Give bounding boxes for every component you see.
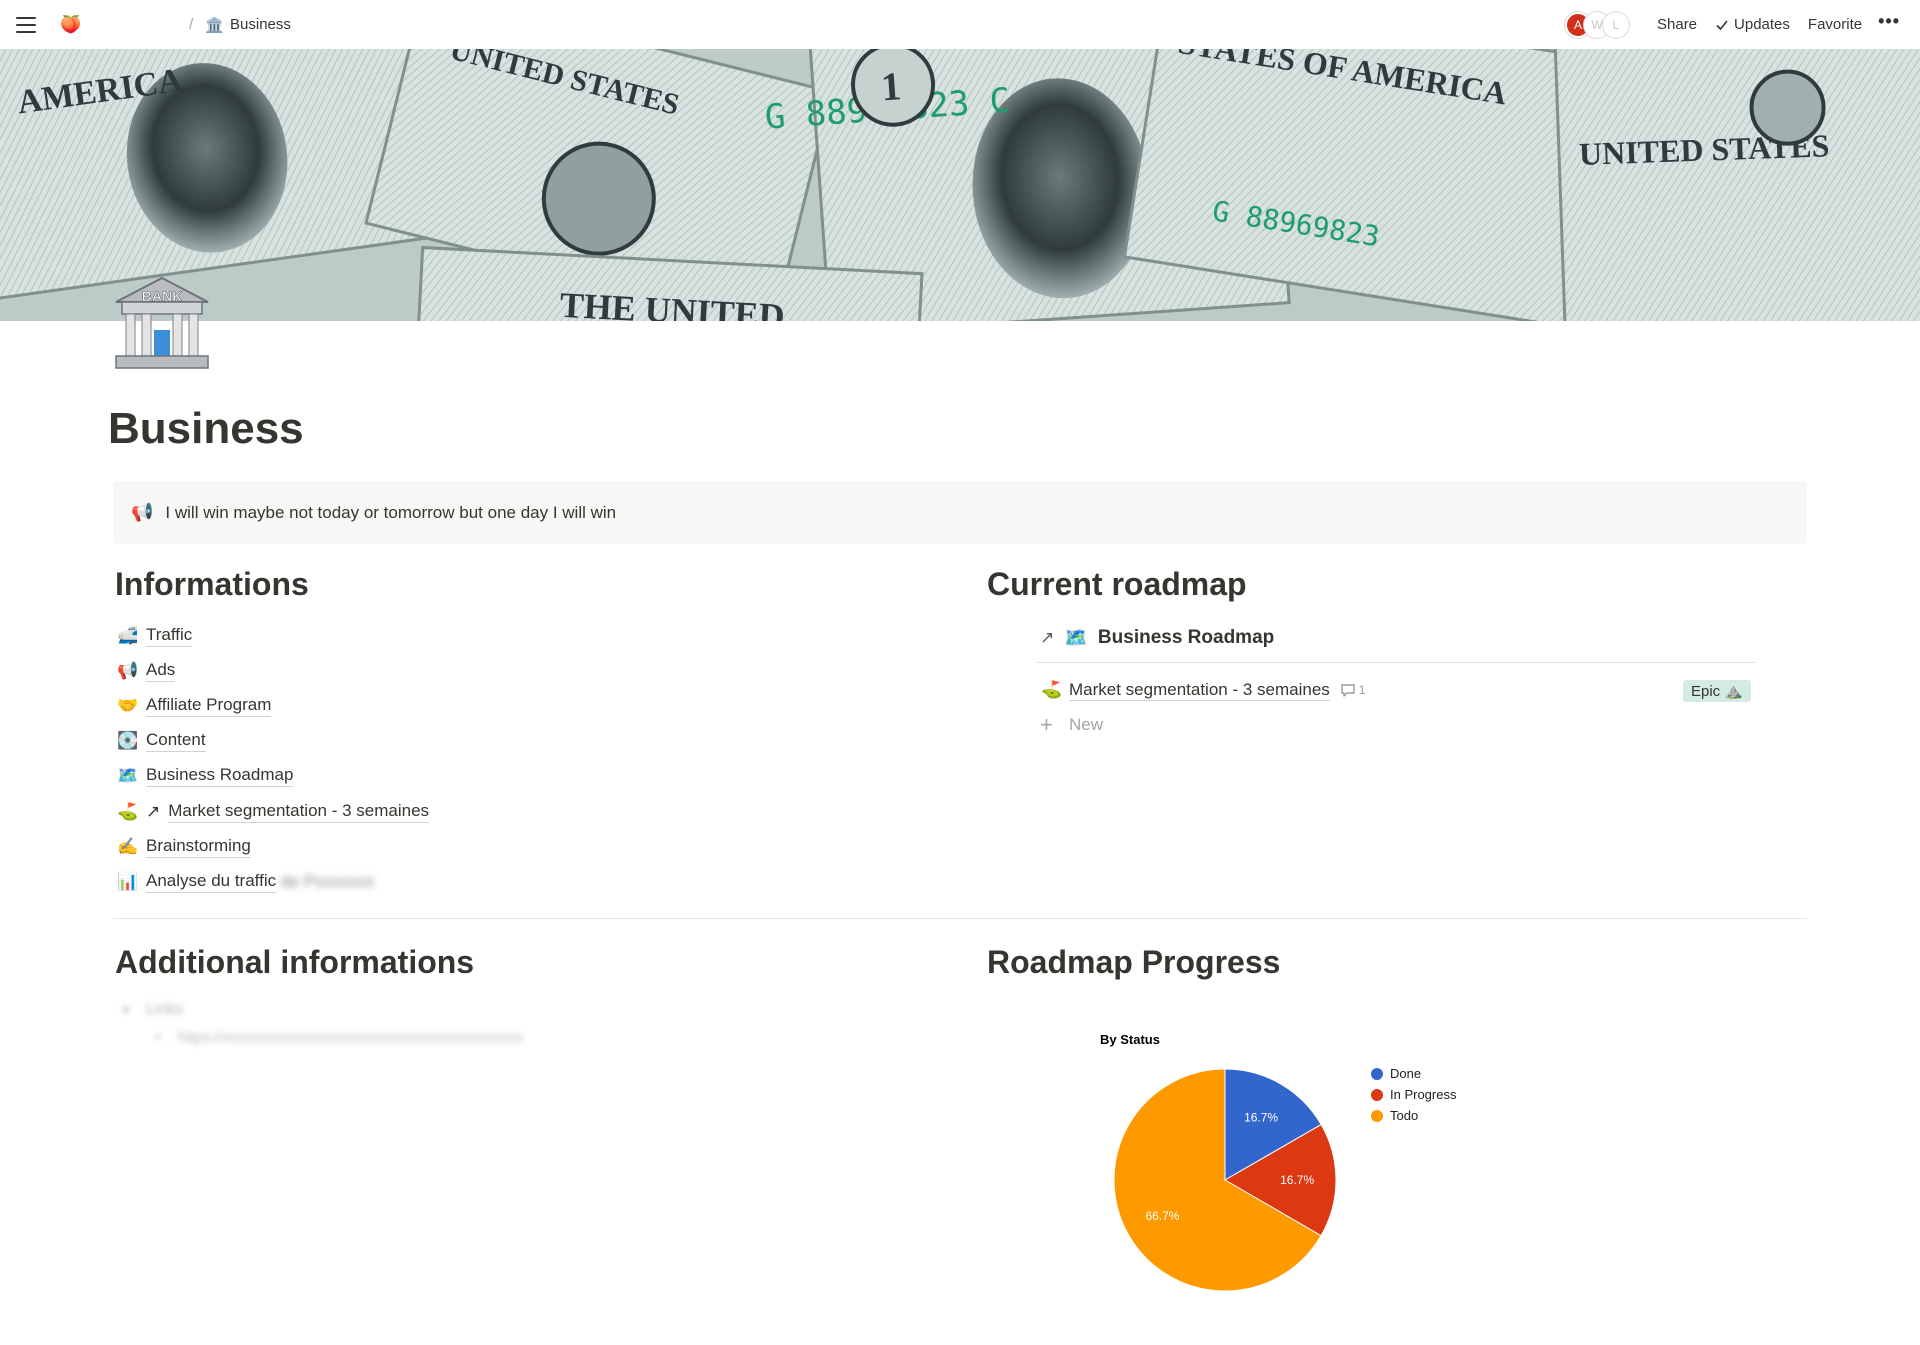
updates-label: Updates [1734,16,1790,33]
roadmap-progress-heading[interactable]: Roadmap Progress [987,944,1280,981]
breadcrumb-separator: / [189,16,194,33]
list-item-content[interactable]: 💽 Content [117,724,429,759]
link-arrow-icon: ↗ [1040,628,1055,647]
more-options-icon[interactable]: ••• [1872,11,1906,38]
page-link[interactable]: Analyse du traffic [146,871,277,893]
current-roadmap-heading[interactable]: Current roadmap [987,566,1247,603]
banknotes-illustration: AMERICA UNITED STATES G 88969823 C 1 STA… [0,49,1920,321]
toggle-label: Links [146,1001,184,1018]
breadcrumb-label: Business [230,16,291,33]
map-icon: 🗺️ [1064,628,1088,649]
toggle-child-item[interactable]: • https://xxxxxxxxxxxxxxxxxxxxxxxxxxxxxx… [156,1022,523,1052]
list-item-brainstorming[interactable]: ✍️ Brainstorming [117,829,429,864]
list-item-traffic[interactable]: 🚅 Traffic [117,618,429,653]
updates-button[interactable]: Updates [1707,12,1798,37]
bank-building-icon: BANK [115,276,209,369]
menu-icon[interactable] [16,16,36,33]
bullet-icon: • [156,1028,162,1046]
legend-swatch [1371,1110,1383,1122]
epic-tag[interactable]: Epic ⛰️ [1682,680,1751,702]
bar-chart-icon: 📊 [117,871,139,891]
legend-label[interactable]: Done [1390,1066,1421,1081]
list-item-market-segmentation[interactable]: ⛳ ↗ Market segmentation - 3 semaines [117,794,430,829]
pie-data-label: 16.7% [1244,1111,1278,1125]
roadmap-item-title[interactable]: Market segmentation - 3 semaines [1069,680,1330,701]
linked-database-title[interactable]: ↗ 🗺️ Business Roadmap [1040,626,1274,650]
callout-text[interactable]: I will win maybe not today or tomorrow b… [165,503,616,523]
status-pie-chart[interactable]: By Status 16.7% 16.7% 66.7% Done In Progres… [1080,1020,1520,1320]
legend-swatch [1371,1089,1383,1101]
page-link[interactable]: Business Roadmap [146,765,294,788]
share-button[interactable]: Share [1649,12,1705,37]
golf-flag-icon: ⛳ [1041,680,1063,699]
list-item[interactable]: ⛳ Market segmentation - 3 semaines 1 Epi… [1041,676,1753,704]
page-link[interactable]: Affiliate Program [146,695,272,717]
toggle-triangle-icon[interactable]: ▼ [120,1003,146,1017]
page-title[interactable]: Business [108,404,304,454]
comment-indicator[interactable]: 1 [1340,682,1366,698]
disk-icon: 💽 [117,731,139,751]
check-icon [1716,19,1728,30]
breadcrumb-business[interactable]: 🏛️ Business [205,16,291,34]
page-link[interactable]: Content [146,730,206,753]
pie-data-label: 16.7% [1280,1173,1314,1187]
chart-title: By Status [1100,1032,1160,1047]
bank-icon-label: BANK [142,288,182,304]
database-title[interactable]: Business Roadmap [1098,627,1274,649]
comment-icon [1341,684,1355,697]
page-icon-bank[interactable]: BANK [112,274,212,370]
pie-chart-svg: By Status 16.7% 16.7% 66.7% Done In Progres… [1100,1032,1457,1292]
toggle-list[interactable]: ▼ Links • https://xxxxxxxxxxxxxxxxxxxxxx… [120,998,523,1052]
link-arrow-icon: ↗ [146,801,161,821]
avatar[interactable]: L [1603,11,1629,38]
comment-count: 1 [1358,683,1366,697]
list-item-business-roadmap[interactable]: 🗺️ Business Roadmap [117,759,429,794]
list-item-analyse-traffic[interactable]: 📊 Analyse du traffic de Pxxxxxxx [117,864,429,899]
page-link[interactable]: Brainstorming [146,836,251,858]
bank-icon: 🏛️ [205,16,225,34]
informations-heading[interactable]: Informations [115,566,309,603]
redacted-link[interactable]: https://xxxxxxxxxxxxxxxxxxxxxxxxxxxxxxxx… [178,1029,523,1046]
cover-image[interactable]: AMERICA UNITED STATES G 88969823 C 1 STA… [0,49,1920,321]
top-bar: 🍑 / 🏛️ Business A W L Share Updates Favo… [0,0,1920,49]
legend-label[interactable]: In Progress [1390,1087,1457,1102]
page-link[interactable]: Ads [146,660,176,682]
plus-icon: + [1040,712,1053,737]
megaphone-icon: 📢 [117,660,139,680]
handshake-icon: 🤝 [117,695,139,715]
workspace-icon[interactable]: 🍑 [60,15,81,35]
callout-block[interactable]: 📢 I will win maybe not today or tomorrow… [113,481,1807,544]
list-item-affiliate[interactable]: 🤝 Affiliate Program [117,688,429,723]
informations-list: 🚅 Traffic 📢 Ads 🤝 Affiliate Program 💽 Co… [117,618,430,900]
legend-swatch [1371,1068,1383,1080]
map-icon: 🗺️ [117,766,139,786]
collaborator-avatars[interactable]: A W L [1565,11,1629,38]
redacted-text: de Pxxxxxxx [280,871,375,891]
page-link[interactable]: Traffic [146,625,193,647]
database-divider [1036,662,1756,663]
legend-label[interactable]: Todo [1390,1108,1418,1123]
train-icon: 🚅 [117,625,139,645]
additional-informations-heading[interactable]: Additional informations [115,944,474,981]
new-item-button[interactable]: + New [1040,712,1103,738]
pie-data-label: 66.7% [1145,1209,1179,1223]
favorite-button[interactable]: Favorite [1800,12,1870,37]
golf-flag-icon: ⛳ [117,801,139,821]
svg-text:1: 1 [880,63,903,109]
list-item-ads[interactable]: 📢 Ads [117,653,429,688]
writing-hand-icon: ✍️ [117,836,139,856]
megaphone-icon[interactable]: 📢 [131,502,153,523]
section-divider [113,918,1807,919]
page-link[interactable]: Market segmentation - 3 semaines [168,801,430,823]
new-label: New [1069,715,1104,734]
toggle-block[interactable]: ▼ Links [120,998,523,1022]
